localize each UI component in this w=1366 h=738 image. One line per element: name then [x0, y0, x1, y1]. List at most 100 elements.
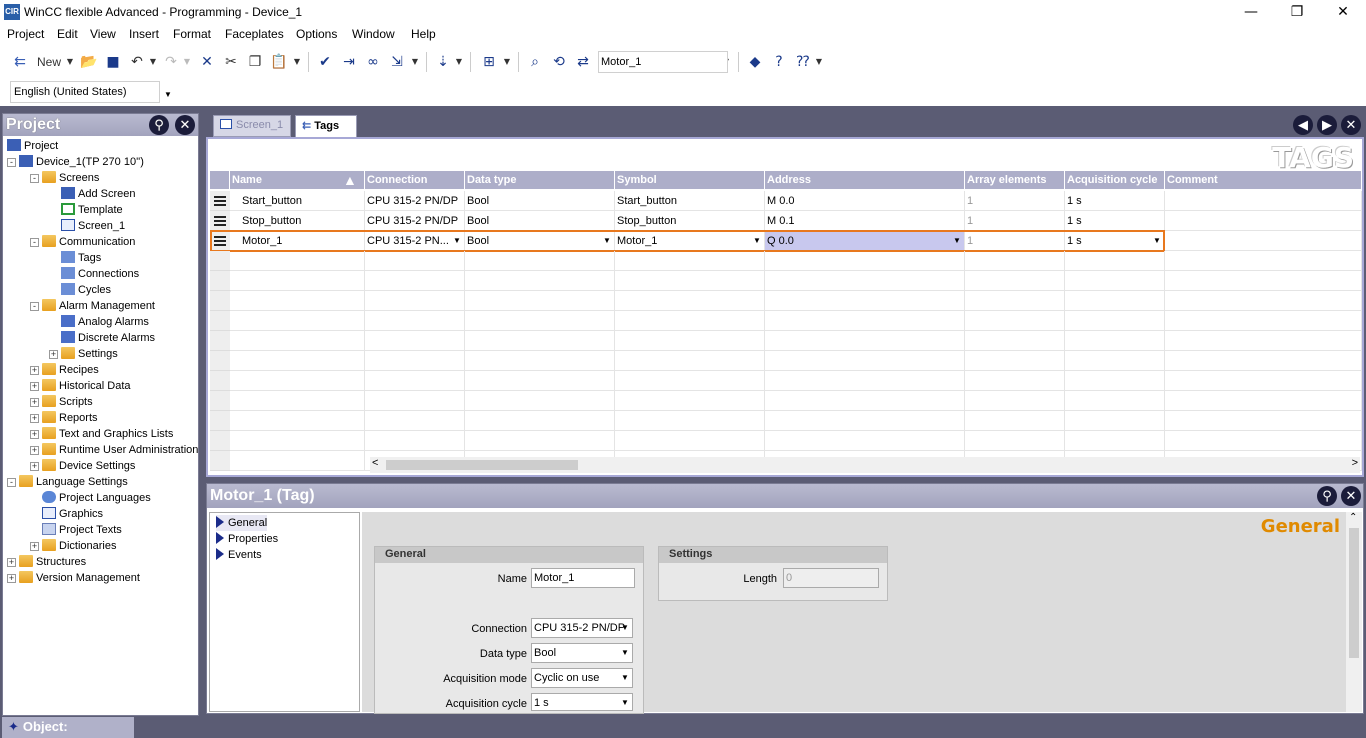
tree-item-alarm-management[interactable]: Alarm Management [42, 298, 155, 314]
row-header[interactable] [210, 211, 230, 231]
column-header-data-type[interactable]: Data type [465, 171, 615, 189]
empty-cell[interactable] [1065, 431, 1165, 451]
empty-cell[interactable] [465, 251, 615, 271]
row-header[interactable] [210, 351, 230, 371]
empty-cell[interactable] [615, 431, 765, 451]
paste-icon[interactable]: 📋 [270, 52, 288, 72]
empty-cell[interactable] [1165, 391, 1362, 411]
tree-item-cycles[interactable]: Cycles [61, 282, 111, 298]
download-icon[interactable]: ⇣ [434, 52, 452, 72]
empty-cell[interactable] [615, 311, 765, 331]
empty-cell[interactable] [230, 391, 365, 411]
row-header[interactable] [210, 391, 230, 411]
new-button[interactable]: New [34, 52, 64, 72]
table-cell[interactable] [1165, 231, 1362, 251]
empty-cell[interactable] [1065, 251, 1165, 271]
tree-item-text-and-graphics-lists[interactable]: Text and Graphics Lists [42, 426, 173, 442]
column-header-connection[interactable]: Connection [365, 171, 465, 189]
empty-cell[interactable] [1165, 271, 1362, 291]
menu-project[interactable]: Project [7, 27, 44, 41]
tree-item-tags[interactable]: Tags [61, 250, 101, 266]
connection-select[interactable]: CPU 315-2 PN/DP ▼ [531, 618, 633, 638]
expand-toggle-icon[interactable]: - [30, 174, 39, 183]
nav-forward-icon[interactable]: ▶ [1317, 115, 1337, 135]
table-cell[interactable]: M 0.1 [765, 211, 965, 231]
empty-cell[interactable] [615, 371, 765, 391]
table-cell[interactable]: Start_button [230, 191, 365, 211]
redo-icon[interactable]: ↷ [162, 52, 180, 72]
empty-cell[interactable] [765, 291, 965, 311]
open-icon[interactable]: 📂 [80, 52, 98, 72]
vertical-scrollbar[interactable]: ⌃ [1346, 512, 1362, 712]
help-icon[interactable]: ? [770, 52, 788, 72]
language-select[interactable]: English (United States) [10, 81, 160, 103]
empty-cell[interactable] [615, 331, 765, 351]
empty-cell[interactable] [465, 411, 615, 431]
undo-dropdown-icon[interactable]: ▼ [148, 52, 158, 72]
table-cell[interactable]: 1 [965, 191, 1065, 211]
close-panel-icon[interactable]: ✕ [1341, 486, 1361, 506]
close-button[interactable]: ✕ [1320, 0, 1366, 24]
language-dropdown-icon[interactable]: ▼ [164, 90, 172, 99]
empty-cell[interactable] [1165, 331, 1362, 351]
tree-item-template[interactable]: Template [61, 202, 123, 218]
table-cell[interactable]: 1 s [1065, 191, 1165, 211]
menu-window[interactable]: Window [352, 27, 395, 41]
empty-cell[interactable] [615, 411, 765, 431]
empty-cell[interactable] [965, 351, 1065, 371]
empty-cell[interactable] [765, 351, 965, 371]
chevron-down-icon[interactable]: ▼ [619, 646, 631, 660]
expand-toggle-icon[interactable]: + [49, 350, 58, 359]
empty-cell[interactable] [1065, 271, 1165, 291]
table-cell[interactable]: CPU 315-2 PN/DP [365, 211, 465, 231]
tree-item-project-languages[interactable]: Project Languages [42, 490, 151, 506]
empty-cell[interactable] [365, 411, 465, 431]
empty-cell[interactable] [365, 271, 465, 291]
tree-item-communication[interactable]: Communication [42, 234, 135, 250]
empty-cell[interactable] [965, 411, 1065, 431]
tree-item-screens[interactable]: Screens [42, 170, 99, 186]
empty-cell[interactable] [230, 451, 365, 471]
library-icon[interactable]: ◆ [746, 52, 764, 72]
column-header-acquisition-cycle[interactable]: Acquisition cycle [1065, 171, 1165, 189]
empty-cell[interactable] [1065, 331, 1165, 351]
table-cell[interactable]: 1 [965, 231, 1065, 251]
empty-cell[interactable] [465, 331, 615, 351]
empty-cell[interactable] [230, 311, 365, 331]
chevron-down-icon[interactable]: ▼ [451, 234, 463, 248]
table-cell[interactable]: 1 s [1065, 211, 1165, 231]
tree-item-screen-1[interactable]: Screen_1 [61, 218, 125, 234]
chevron-down-icon[interactable]: ▼ [601, 234, 613, 248]
tree-item-settings[interactable]: Settings [61, 346, 118, 362]
tree-item-analog-alarms[interactable]: Analog Alarms [61, 314, 149, 330]
empty-cell[interactable] [1165, 371, 1362, 391]
menu-edit[interactable]: Edit [57, 27, 78, 41]
chevron-down-icon[interactable]: ▼ [619, 696, 631, 710]
edit-dropdown-icon[interactable]: ▼ [292, 52, 302, 72]
chevron-down-icon[interactable]: ▼ [751, 234, 763, 248]
name-input[interactable]: Motor_1 [531, 568, 635, 588]
close-editor-icon[interactable]: ✕ [1341, 115, 1361, 135]
empty-cell[interactable] [365, 391, 465, 411]
chevron-down-icon[interactable]: ▼ [1151, 234, 1163, 248]
check-icon[interactable]: ✔ [316, 52, 334, 72]
empty-cell[interactable] [1065, 391, 1165, 411]
expand-toggle-icon[interactable]: - [7, 158, 16, 167]
pin-icon[interactable]: ⚲ [149, 115, 169, 135]
table-cell[interactable]: Bool [465, 211, 615, 231]
empty-cell[interactable] [765, 331, 965, 351]
menu-insert[interactable]: Insert [129, 27, 159, 41]
menu-view[interactable]: View [90, 27, 116, 41]
menu-faceplates[interactable]: Faceplates [225, 27, 284, 41]
table-cell[interactable] [1165, 191, 1362, 211]
empty-cell[interactable] [230, 251, 365, 271]
empty-cell[interactable] [365, 291, 465, 311]
cut-icon[interactable]: ✂ [222, 52, 240, 72]
tree-item-historical-data[interactable]: Historical Data [42, 378, 131, 394]
minimize-button[interactable]: — [1228, 0, 1274, 24]
context-help-icon[interactable]: ⁇ [794, 52, 812, 72]
empty-cell[interactable] [465, 311, 615, 331]
tree-item-discrete-alarms[interactable]: Discrete Alarms [61, 330, 155, 346]
table-cell[interactable]: Bool [465, 191, 615, 211]
find-icon[interactable]: ⌕ [526, 52, 544, 72]
